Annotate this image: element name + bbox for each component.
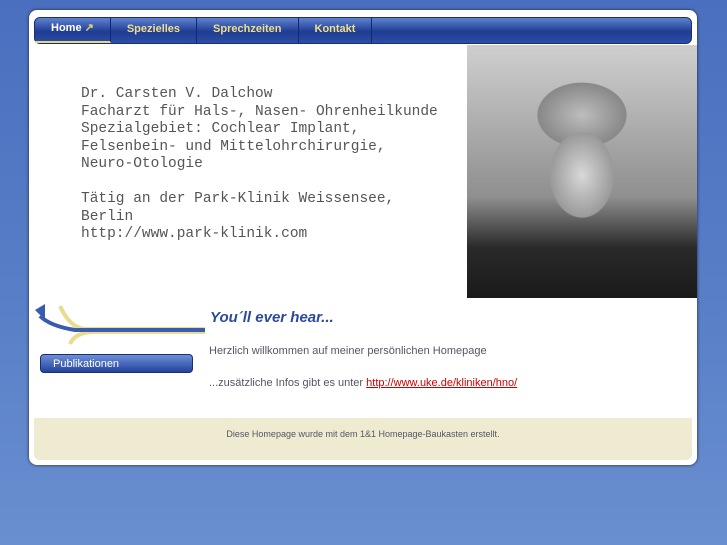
info-text: ...zusätzliche Infos gibt es unter http:… bbox=[209, 377, 517, 389]
nav-kontakt[interactable]: Kontakt bbox=[299, 18, 373, 43]
nav-sprechzeiten[interactable]: Sprechzeiten bbox=[197, 18, 299, 43]
welcome-text: Herzlich willkommen auf meiner persönlic… bbox=[209, 345, 487, 357]
nav-bar: Home ↗ Spezielles Sprechzeiten Kontakt bbox=[34, 17, 692, 44]
bio-text: Dr. Carsten V. Dalchow Facharzt für Hals… bbox=[81, 86, 438, 242]
publikationen-button[interactable]: Publikationen bbox=[40, 354, 193, 373]
arrow-icon: ↗ bbox=[84, 22, 94, 34]
portrait-photo bbox=[467, 45, 697, 298]
main-title: You´ll ever hear... bbox=[210, 309, 334, 326]
uke-link[interactable]: http://www.uke.de/kliniken/hno/ bbox=[366, 377, 517, 389]
nav-spezielles[interactable]: Spezielles bbox=[111, 18, 198, 43]
page: Home ↗ Spezielles Sprechzeiten Kontakt D… bbox=[29, 10, 697, 465]
arrows-logo-icon bbox=[35, 304, 205, 345]
nav-home[interactable]: Home ↗ bbox=[35, 18, 111, 43]
footer: Diese Homepage wurde mit dem 1&1 Homepag… bbox=[34, 418, 692, 460]
nav-home-label: Home bbox=[51, 22, 82, 34]
info-prefix: ...zusätzliche Infos gibt es unter bbox=[209, 377, 367, 389]
